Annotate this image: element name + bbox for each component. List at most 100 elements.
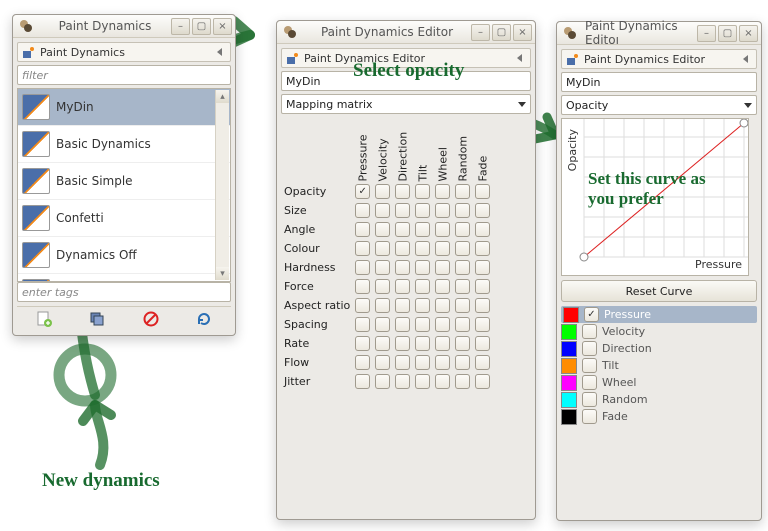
matrix-checkbox[interactable] <box>355 355 370 370</box>
matrix-checkbox[interactable] <box>435 203 450 218</box>
matrix-checkbox[interactable] <box>375 374 390 389</box>
legend-checkbox[interactable] <box>582 375 597 390</box>
matrix-checkbox[interactable] <box>355 184 370 199</box>
titlebar[interactable]: Paint Dynamics Editoı – ▢ × <box>557 22 761 45</box>
legend-checkbox[interactable] <box>582 324 597 339</box>
matrix-checkbox[interactable] <box>355 317 370 332</box>
tags-input[interactable]: enter tags <box>17 282 231 302</box>
filter-input[interactable]: filter <box>17 65 231 85</box>
matrix-checkbox[interactable] <box>375 317 390 332</box>
matrix-checkbox[interactable] <box>395 317 410 332</box>
list-item[interactable]: Basic Dynamics <box>18 126 230 163</box>
matrix-checkbox[interactable] <box>435 336 450 351</box>
legend-item[interactable]: Tilt <box>561 357 757 374</box>
list-item[interactable]: Confetti <box>18 200 230 237</box>
legend-item[interactable]: Random <box>561 391 757 408</box>
matrix-checkbox[interactable] <box>395 222 410 237</box>
matrix-checkbox[interactable] <box>355 336 370 351</box>
maximize-button[interactable]: ▢ <box>492 24 511 41</box>
matrix-checkbox[interactable] <box>355 222 370 237</box>
matrix-checkbox[interactable] <box>395 279 410 294</box>
matrix-checkbox[interactable] <box>395 298 410 313</box>
matrix-checkbox[interactable] <box>455 374 470 389</box>
dock-menu-icon[interactable] <box>212 45 226 59</box>
matrix-checkbox[interactable] <box>415 279 430 294</box>
matrix-checkbox[interactable] <box>475 260 490 275</box>
matrix-checkbox[interactable] <box>475 298 490 313</box>
dock-menu-icon[interactable] <box>738 52 752 66</box>
output-dropdown[interactable]: Opacity <box>561 95 757 115</box>
curve-editor[interactable]: Opacity Pressure <box>561 118 749 276</box>
matrix-checkbox[interactable] <box>435 317 450 332</box>
list-item[interactable]: Dynamics Random <box>18 274 230 282</box>
matrix-checkbox[interactable] <box>435 298 450 313</box>
matrix-checkbox[interactable] <box>415 184 430 199</box>
matrix-checkbox[interactable] <box>355 374 370 389</box>
matrix-checkbox[interactable] <box>375 298 390 313</box>
legend-item[interactable]: Pressure <box>561 306 757 323</box>
matrix-checkbox[interactable] <box>435 355 450 370</box>
close-button[interactable]: × <box>513 24 532 41</box>
titlebar[interactable]: Paint Dynamics – ▢ × <box>13 15 235 38</box>
dynamics-name-input[interactable]: MyDin <box>281 71 531 91</box>
matrix-checkbox[interactable] <box>475 336 490 351</box>
matrix-checkbox[interactable] <box>455 241 470 256</box>
scroll-up-icon[interactable]: ▴ <box>216 90 229 103</box>
legend-checkbox[interactable] <box>582 358 597 373</box>
close-button[interactable]: × <box>739 25 758 42</box>
matrix-checkbox[interactable] <box>435 184 450 199</box>
matrix-checkbox[interactable] <box>355 260 370 275</box>
matrix-checkbox[interactable] <box>375 184 390 199</box>
matrix-checkbox[interactable] <box>415 241 430 256</box>
matrix-checkbox[interactable] <box>395 241 410 256</box>
matrix-checkbox[interactable] <box>455 355 470 370</box>
matrix-checkbox[interactable] <box>455 222 470 237</box>
matrix-checkbox[interactable] <box>375 203 390 218</box>
scroll-down-icon[interactable]: ▾ <box>216 267 229 280</box>
maximize-button[interactable]: ▢ <box>718 25 737 42</box>
maximize-button[interactable]: ▢ <box>192 18 211 35</box>
matrix-checkbox[interactable] <box>455 279 470 294</box>
matrix-checkbox[interactable] <box>455 336 470 351</box>
matrix-checkbox[interactable] <box>395 374 410 389</box>
matrix-checkbox[interactable] <box>475 355 490 370</box>
matrix-checkbox[interactable] <box>455 317 470 332</box>
list-item[interactable]: Basic Simple <box>18 163 230 200</box>
matrix-checkbox[interactable] <box>475 279 490 294</box>
new-dynamics-button[interactable] <box>34 309 54 329</box>
matrix-checkbox[interactable] <box>455 184 470 199</box>
legend-item[interactable]: Wheel <box>561 374 757 391</box>
matrix-checkbox[interactable] <box>435 279 450 294</box>
matrix-checkbox[interactable] <box>355 241 370 256</box>
minimize-button[interactable]: – <box>471 24 490 41</box>
matrix-checkbox[interactable] <box>395 336 410 351</box>
legend-checkbox[interactable] <box>582 341 597 356</box>
matrix-checkbox[interactable] <box>355 203 370 218</box>
matrix-checkbox[interactable] <box>375 260 390 275</box>
mapping-dropdown[interactable]: Mapping matrix <box>281 94 531 114</box>
dock-tab[interactable]: Paint Dynamics Editor <box>281 48 531 68</box>
matrix-checkbox[interactable] <box>395 184 410 199</box>
legend-item[interactable]: Direction <box>561 340 757 357</box>
matrix-checkbox[interactable] <box>475 222 490 237</box>
matrix-checkbox[interactable] <box>475 203 490 218</box>
close-button[interactable]: × <box>213 18 232 35</box>
dock-tab[interactable]: Paint Dynamics <box>17 42 231 62</box>
list-item[interactable]: MyDin <box>18 89 230 126</box>
scrollbar[interactable]: ▴ ▾ <box>215 90 229 280</box>
matrix-checkbox[interactable] <box>415 374 430 389</box>
matrix-checkbox[interactable] <box>415 203 430 218</box>
matrix-checkbox[interactable] <box>375 241 390 256</box>
refresh-button[interactable] <box>194 309 214 329</box>
list-item[interactable]: Dynamics Off <box>18 237 230 274</box>
legend-checkbox[interactable] <box>582 392 597 407</box>
minimize-button[interactable]: – <box>697 25 716 42</box>
matrix-checkbox[interactable] <box>435 222 450 237</box>
matrix-checkbox[interactable] <box>375 355 390 370</box>
matrix-checkbox[interactable] <box>395 355 410 370</box>
matrix-checkbox[interactable] <box>355 279 370 294</box>
dock-tab[interactable]: Paint Dynamics Editor <box>561 49 757 69</box>
legend-item[interactable]: Fade <box>561 408 757 425</box>
duplicate-button[interactable] <box>87 309 107 329</box>
matrix-checkbox[interactable] <box>475 317 490 332</box>
